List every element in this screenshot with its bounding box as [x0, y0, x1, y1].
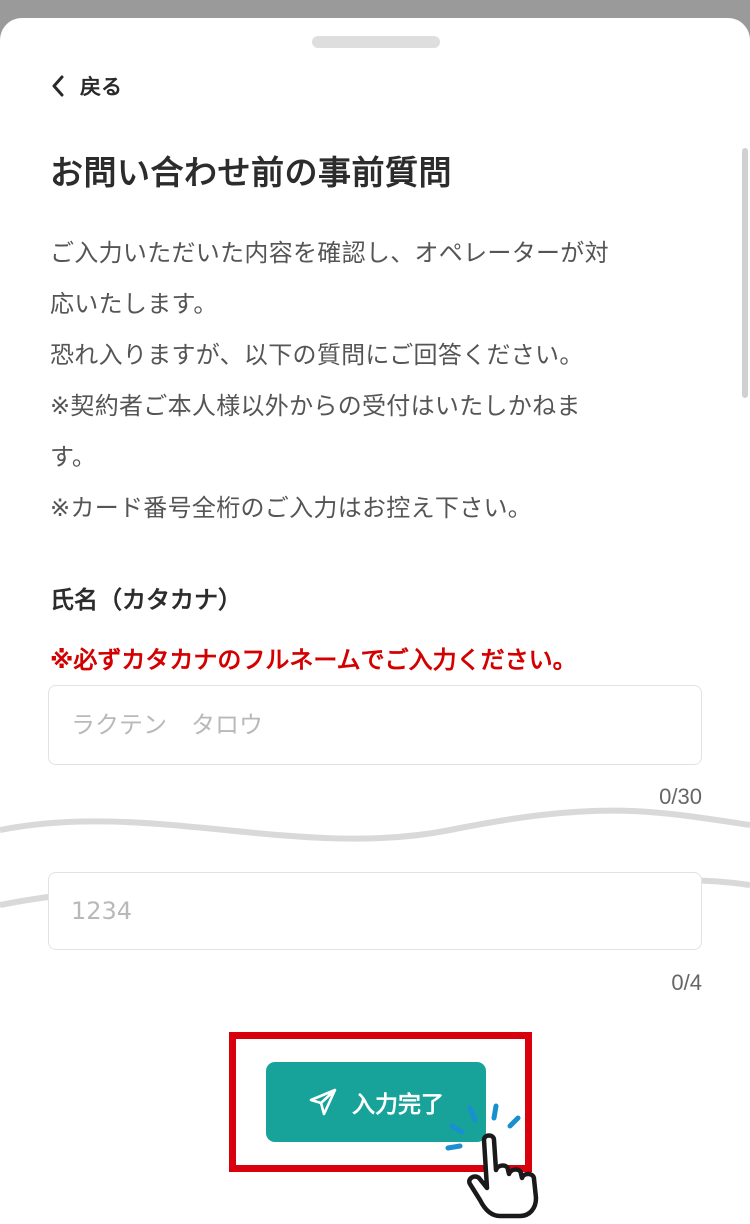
number-input[interactable]	[48, 872, 702, 950]
name-input[interactable]	[48, 685, 702, 765]
description-line: 応いたします。	[50, 290, 218, 318]
back-button[interactable]: 戻る	[50, 68, 122, 104]
name-field-notice: ※必ずカタカナのフルネームでご入力ください。	[50, 646, 577, 674]
send-icon	[308, 1087, 338, 1117]
scrollbar[interactable]	[742, 148, 748, 398]
description-line: ご入力いただいた内容を確認し、オペレーターが対	[50, 239, 609, 267]
back-label: 戻る	[80, 75, 122, 99]
sheet-drag-handle[interactable]	[312, 36, 440, 48]
page-title: お問い合わせ前の事前質問	[50, 153, 452, 192]
submit-label: 入力完了	[352, 1092, 444, 1118]
name-field-label: 氏名（カタカナ）	[50, 586, 242, 614]
description-line: す。	[50, 443, 97, 471]
description-text: ご入力いただいた内容を確認し、オペレーターが対 応いたします。 恐れ入りますが、…	[50, 228, 710, 534]
description-line: 恐れ入りますが、以下の質問にご回答ください。	[50, 341, 584, 369]
description-line: ※契約者ご本人様以外からの受付はいたしかねま	[50, 392, 581, 420]
number-char-counter: 0/4	[671, 970, 702, 995]
chevron-left-icon	[50, 75, 66, 97]
pointing-hand-icon	[445, 1103, 539, 1219]
description-line: ※カード番号全桁のご入力はお控え下さい。	[50, 494, 533, 522]
